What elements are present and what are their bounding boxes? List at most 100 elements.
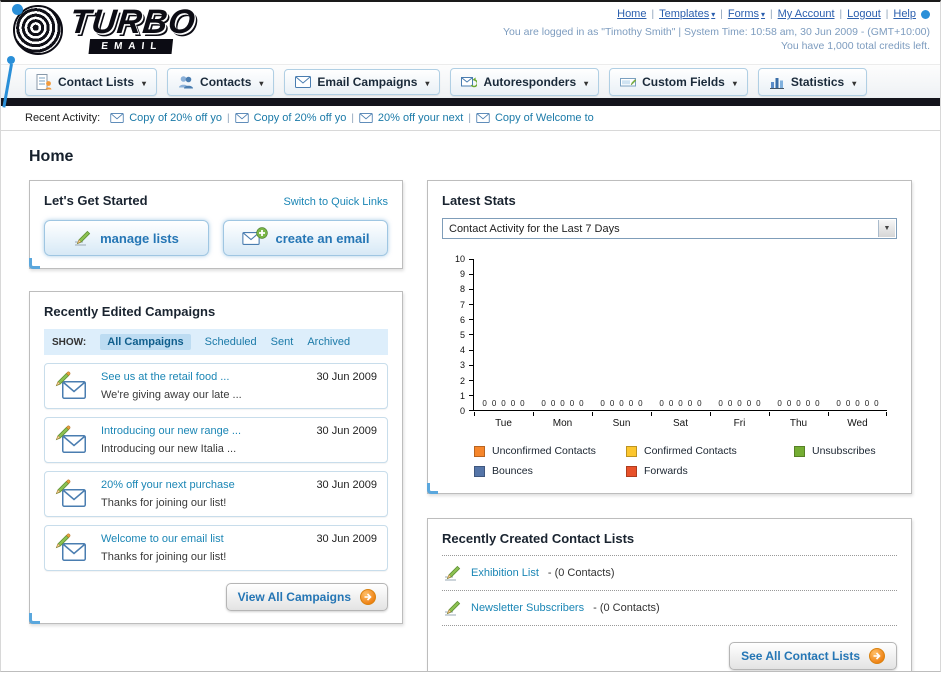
top-link-my-account[interactable]: My Account (778, 8, 835, 20)
campaign-title-link[interactable]: 20% off your next purchase (101, 479, 235, 491)
recent-activity-link[interactable]: Copy of 20% off yo (254, 112, 347, 124)
show-label: SHOW: (52, 336, 87, 348)
bar-value-label: 0 (815, 399, 820, 408)
chart-category-group: 0 0 0 0 0 Mon (533, 259, 592, 429)
create-email-button[interactable]: create an email (223, 220, 388, 256)
contact-list-item: Newsletter Subscribers - (0 Contacts) (442, 591, 897, 626)
filter-archived[interactable]: Archived (307, 336, 350, 348)
chart-category-group: 0 0 0 0 0 Sun (592, 259, 651, 429)
bar-value-label: 0 (560, 399, 565, 408)
separator (715, 8, 728, 20)
chart-legend: Unconfirmed Contacts Confirmed Contacts … (474, 445, 897, 477)
manage-lists-button[interactable]: manage lists (44, 220, 209, 256)
contact-list-link[interactable]: Newsletter Subscribers (471, 602, 584, 614)
bar-value-label: 0 (510, 399, 516, 408)
campaign-date: 30 Jun 2009 (316, 371, 377, 383)
bar-value-label: 0 (845, 399, 851, 408)
stats-period-dropdown[interactable]: Contact Activity for the Last 7 Days (442, 218, 897, 239)
app-window: TURBO EMAIL Home Templates Forms My Acco… (0, 0, 941, 672)
campaign-item: See us at the retail food ... We're givi… (44, 363, 388, 409)
bar-value-label: 0 (569, 399, 575, 408)
top-link-forms[interactable]: Forms (728, 8, 765, 20)
main-nav: Contact Lists Contacts Email Campaigns A… (1, 64, 940, 98)
recent-activity-link[interactable]: Copy of 20% off yo (129, 112, 222, 124)
bar-value-label: 0 (550, 399, 556, 408)
envelope-icon (476, 113, 490, 123)
recent-activity-item: 20% off your next (359, 112, 463, 124)
bar-value-label: 0 (678, 399, 683, 408)
manage-lists-label: manage lists (100, 230, 179, 246)
chevron-down-icon (850, 75, 856, 89)
contact-list-detail: - (0 Contacts) (593, 602, 660, 614)
arrow-right-icon (869, 648, 885, 664)
top-link-logout[interactable]: Logout (847, 8, 881, 20)
x-axis-label: Fri (733, 418, 746, 429)
tab-label: Custom Fields (642, 74, 725, 89)
stats-period-value: Contact Activity for the Last 7 Days (449, 222, 620, 235)
tab-email-campaigns[interactable]: Email Campaigns (284, 68, 441, 95)
separator (765, 8, 778, 20)
separator (346, 112, 359, 124)
legend-item: Unsubscribes (794, 445, 897, 457)
campaign-title-link[interactable]: Introducing our new range ... (101, 425, 241, 437)
bar-value-label: 0 (756, 399, 761, 408)
page-title: Home (29, 148, 74, 165)
envelope-icon (359, 113, 373, 123)
filter-scheduled[interactable]: Scheduled (205, 336, 257, 348)
chart-category-group: 0 0 0 0 0 Sat (651, 259, 710, 429)
envelope-icon (235, 113, 249, 123)
filter-sent[interactable]: Sent (271, 336, 294, 348)
legend-item: Forwards (626, 465, 794, 477)
chart-groups: 0 0 0 0 0 Tue 0 0 0 0 0 Mon 0 0 0 0 0 Sun 0 0 0 0 0 Sat 0 0 0 0 0 Fri… (474, 259, 887, 429)
see-all-contact-lists-button[interactable]: See All Contact Lists (729, 642, 897, 670)
separator (463, 112, 476, 124)
recent-activity-label: Recent Activity: (25, 112, 101, 124)
recent-activity-link[interactable]: 20% off your next (378, 112, 463, 124)
bar-value-label: 0 (805, 399, 811, 408)
tab-label: Statistics (790, 74, 845, 89)
view-all-campaigns-button[interactable]: View All Campaigns (225, 583, 388, 611)
envelope-icon (110, 113, 124, 123)
tab-label: Contacts (200, 74, 252, 89)
contact-list-link[interactable]: Exhibition List (471, 567, 539, 579)
pencil-icon (444, 565, 462, 581)
campaign-title-link[interactable]: See us at the retail food ... (101, 371, 242, 383)
separator (222, 112, 235, 124)
campaign-title-link[interactable]: Welcome to our email list (101, 533, 226, 545)
tab-custom-fields[interactable]: Custom Fields (609, 67, 748, 96)
x-axis-label: Sun (612, 418, 631, 429)
x-axis-label: Mon (552, 418, 573, 429)
logo-subtitle: EMAIL (88, 38, 174, 54)
bar-value-label: 0 (697, 399, 702, 408)
help-icon[interactable] (921, 9, 930, 19)
filter-all-campaigns[interactable]: All Campaigns (100, 334, 191, 350)
chevron-down-icon (140, 75, 146, 89)
tab-contact-lists[interactable]: Contact Lists (25, 67, 158, 96)
chart-y-axis: 10 9 8 7 6 5 4 3 2 1 0 (448, 254, 474, 416)
chevron-down-icon (423, 75, 429, 89)
legend-item: Confirmed Contacts (626, 445, 794, 457)
nav-divider-bar (1, 98, 940, 106)
top-link-templates[interactable]: Templates (659, 8, 715, 20)
pencil-icon (55, 479, 71, 495)
bar-value-label: 0 (600, 399, 605, 408)
x-axis-label: Thu (789, 418, 808, 429)
bar-value-label: 0 (638, 399, 643, 408)
recent-campaigns-panel: Recently Edited Campaigns SHOW: All Camp… (29, 291, 403, 624)
tab-autoresponders[interactable]: Autoresponders (450, 67, 600, 96)
chevron-down-icon (257, 75, 263, 89)
top-link-home[interactable]: Home (617, 8, 646, 20)
top-link-help[interactable]: Help (893, 8, 916, 20)
bar-value-label: 0 (501, 399, 506, 408)
chart-category-group: 0 0 0 0 0 Thu (769, 259, 828, 429)
switch-quick-links-link[interactable]: Switch to Quick Links (283, 196, 388, 208)
tab-statistics[interactable]: Statistics (757, 67, 868, 96)
pencil-icon (74, 230, 92, 246)
tab-contacts[interactable]: Contacts (167, 67, 275, 96)
bar-value-label: 0 (520, 399, 525, 408)
recent-activity-link[interactable]: Copy of Welcome to (495, 112, 594, 124)
email-campaigns-icon (295, 76, 311, 88)
campaign-filter-bar: SHOW: All Campaigns Scheduled Sent Archi… (44, 329, 388, 355)
bar-value-label: 0 (855, 399, 860, 408)
bar-value-label: 0 (628, 399, 634, 408)
